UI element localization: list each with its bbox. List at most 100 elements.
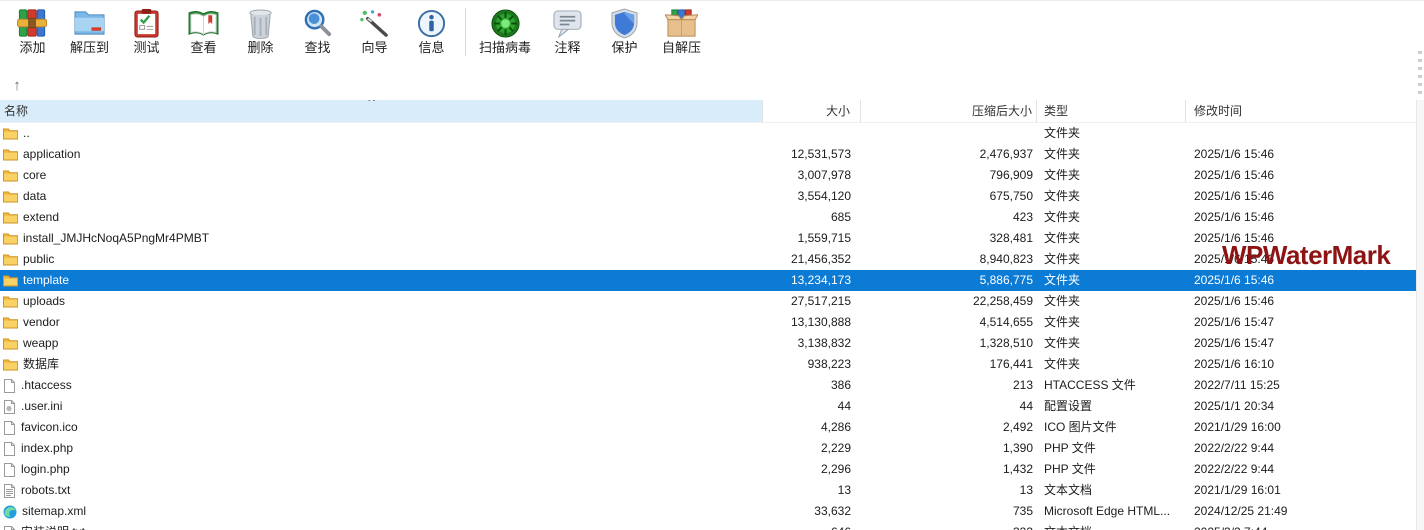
table-row[interactable]: .. 文件夹 bbox=[0, 123, 1416, 144]
table-row[interactable]: public 21,456,352 8,940,823 文件夹 2025/1/6… bbox=[0, 249, 1416, 270]
up-one-level-button[interactable]: ↑ bbox=[6, 74, 28, 96]
file-size: 13,130,888 bbox=[763, 312, 861, 333]
table-row[interactable]: 安装说明.txt 646 333 文本文档 2025/3/2 7:44 bbox=[0, 522, 1416, 530]
file-modified: 2024/12/25 21:49 bbox=[1186, 501, 1416, 522]
file-size: 646 bbox=[763, 522, 861, 530]
toolbar-button-delete[interactable]: 删除 bbox=[232, 4, 289, 59]
folder-icon bbox=[3, 337, 18, 350]
folder-icon bbox=[3, 127, 18, 140]
column-header-type[interactable]: 类型 bbox=[1037, 100, 1186, 122]
toolbar: 添加 解压到 测试 查看 删除 查找 向导 信息 扫描病毒 注释 保护 bbox=[4, 4, 710, 59]
file-packed: 675,750 bbox=[861, 186, 1037, 207]
file-packed: 1,432 bbox=[861, 459, 1037, 480]
table-row[interactable]: weapp 3,138,832 1,328,510 文件夹 2025/1/6 1… bbox=[0, 333, 1416, 354]
toolbar-button-label: 保护 bbox=[611, 41, 637, 55]
file-packed: 22,258,459 bbox=[861, 291, 1037, 312]
view-icon bbox=[187, 7, 220, 39]
find-icon bbox=[302, 7, 333, 39]
folder-icon bbox=[3, 169, 18, 182]
file-name: favicon.ico bbox=[21, 417, 78, 438]
table-row[interactable]: login.php 2,296 1,432 PHP 文件 2022/2/22 9… bbox=[0, 459, 1416, 480]
file-packed: 176,441 bbox=[861, 354, 1037, 375]
column-header-size[interactable]: 大小 bbox=[763, 100, 861, 122]
toolbar-button-label: 测试 bbox=[133, 41, 159, 55]
table-row[interactable]: data 3,554,120 675,750 文件夹 2025/1/6 15:4… bbox=[0, 186, 1416, 207]
file-list: 名称 大小 压缩后大小 类型 修改时间 ^ .. 文件夹 application… bbox=[0, 100, 1416, 530]
protect-icon bbox=[611, 7, 638, 39]
table-row[interactable]: extend 685 423 文件夹 2025/1/6 15:46 bbox=[0, 207, 1416, 228]
info-icon bbox=[416, 7, 447, 39]
toolbar-button-label: 查看 bbox=[190, 41, 216, 55]
table-row[interactable]: 数据库 938,223 176,441 文件夹 2025/1/6 16:10 bbox=[0, 354, 1416, 375]
toolbar-button-label: 查找 bbox=[304, 41, 330, 55]
file-name: .. bbox=[23, 123, 30, 144]
test-icon bbox=[132, 7, 161, 39]
file-type: 文本文档 bbox=[1037, 480, 1186, 501]
table-row[interactable]: favicon.ico 4,286 2,492 ICO 图片文件 2021/1/… bbox=[0, 417, 1416, 438]
vertical-scrollbar[interactable] bbox=[1416, 100, 1424, 530]
column-header-name[interactable]: 名称 bbox=[0, 100, 763, 122]
file-modified: 2025/3/2 7:44 bbox=[1186, 522, 1416, 530]
file-name: robots.txt bbox=[21, 480, 70, 501]
table-row[interactable]: template 13,234,173 5,886,775 文件夹 2025/1… bbox=[0, 270, 1416, 291]
toolbar-button-info[interactable]: 信息 bbox=[403, 4, 460, 59]
table-row[interactable]: uploads 27,517,215 22,258,459 文件夹 2025/1… bbox=[0, 291, 1416, 312]
toolbar-button-extract-to[interactable]: 解压到 bbox=[61, 4, 118, 59]
file-packed: 423 bbox=[861, 207, 1037, 228]
file-size: 21,456,352 bbox=[763, 249, 861, 270]
file-name: data bbox=[23, 186, 46, 207]
file-size: 27,517,215 bbox=[763, 291, 861, 312]
file-name: install_JMJHcNoqA5PngMr4PMBT bbox=[23, 228, 209, 249]
up-arrow-icon: ↑ bbox=[13, 77, 21, 94]
file-name: .htaccess bbox=[21, 375, 72, 396]
table-row[interactable]: vendor 13,130,888 4,514,655 文件夹 2025/1/6… bbox=[0, 312, 1416, 333]
file-size: 13 bbox=[763, 480, 861, 501]
list-rows: .. 文件夹 application 12,531,573 2,476,937 … bbox=[0, 123, 1416, 530]
table-row[interactable]: robots.txt 13 13 文本文档 2021/1/29 16:01 bbox=[0, 480, 1416, 501]
toolbar-button-label: 删除 bbox=[247, 41, 273, 55]
file-type: 文件夹 bbox=[1037, 186, 1186, 207]
table-row[interactable]: install_JMJHcNoqA5PngMr4PMBT 1,559,715 3… bbox=[0, 228, 1416, 249]
file-modified: 2025/1/6 15:46 bbox=[1186, 144, 1416, 165]
sfx-icon bbox=[665, 7, 698, 39]
file-modified: 2025/1/6 15:46 bbox=[1186, 270, 1416, 291]
file-modified: 2022/2/22 9:44 bbox=[1186, 459, 1416, 480]
file-icon bbox=[3, 421, 16, 435]
toolbar-button-find[interactable]: 查找 bbox=[289, 4, 346, 59]
file-type: 文件夹 bbox=[1037, 249, 1186, 270]
file-name: uploads bbox=[23, 291, 65, 312]
toolbar-button-protect[interactable]: 保护 bbox=[596, 4, 653, 59]
table-row[interactable]: core 3,007,978 796,909 文件夹 2025/1/6 15:4… bbox=[0, 165, 1416, 186]
toolbar-button-test[interactable]: 测试 bbox=[118, 4, 175, 59]
toolbar-button-sfx[interactable]: 自解压 bbox=[653, 4, 710, 59]
file-modified: 2021/1/29 16:01 bbox=[1186, 480, 1416, 501]
file-type: 配置设置 bbox=[1037, 396, 1186, 417]
column-header-packed[interactable]: 压缩后大小 bbox=[861, 100, 1037, 122]
table-row[interactable]: index.php 2,229 1,390 PHP 文件 2022/2/22 9… bbox=[0, 438, 1416, 459]
file-icon bbox=[3, 463, 16, 477]
file-name: public bbox=[23, 249, 54, 270]
file-packed bbox=[861, 123, 1037, 144]
file-packed: 1,328,510 bbox=[861, 333, 1037, 354]
file-name: weapp bbox=[23, 333, 58, 354]
file-modified: 2025/1/6 15:47 bbox=[1186, 312, 1416, 333]
text-file-icon bbox=[3, 526, 16, 530]
ini-file-icon bbox=[3, 400, 16, 414]
toolbar-button-archive-add[interactable]: 添加 bbox=[4, 4, 61, 59]
column-header-modified[interactable]: 修改时间 bbox=[1186, 100, 1416, 122]
table-row[interactable]: sitemap.xml 33,632 735 Microsoft Edge HT… bbox=[0, 501, 1416, 522]
toolbar-button-view[interactable]: 查看 bbox=[175, 4, 232, 59]
table-row[interactable]: .htaccess 386 213 HTACCESS 文件 2022/7/11 … bbox=[0, 375, 1416, 396]
file-size: 2,229 bbox=[763, 438, 861, 459]
folder-icon bbox=[3, 316, 18, 329]
table-row[interactable]: .user.ini 44 44 配置设置 2025/1/1 20:34 bbox=[0, 396, 1416, 417]
table-row[interactable]: application 12,531,573 2,476,937 文件夹 202… bbox=[0, 144, 1416, 165]
sort-ascending-icon[interactable]: ^ bbox=[367, 100, 376, 108]
toolbar-button-wizard[interactable]: 向导 bbox=[346, 4, 403, 59]
file-icon bbox=[3, 379, 16, 393]
toolbar-button-comment[interactable]: 注释 bbox=[539, 4, 596, 59]
folder-icon bbox=[3, 358, 18, 371]
toolbar-button-virus-scan[interactable]: 扫描病毒 bbox=[471, 4, 539, 59]
file-name: .user.ini bbox=[21, 396, 62, 417]
file-modified: 2021/1/29 16:00 bbox=[1186, 417, 1416, 438]
